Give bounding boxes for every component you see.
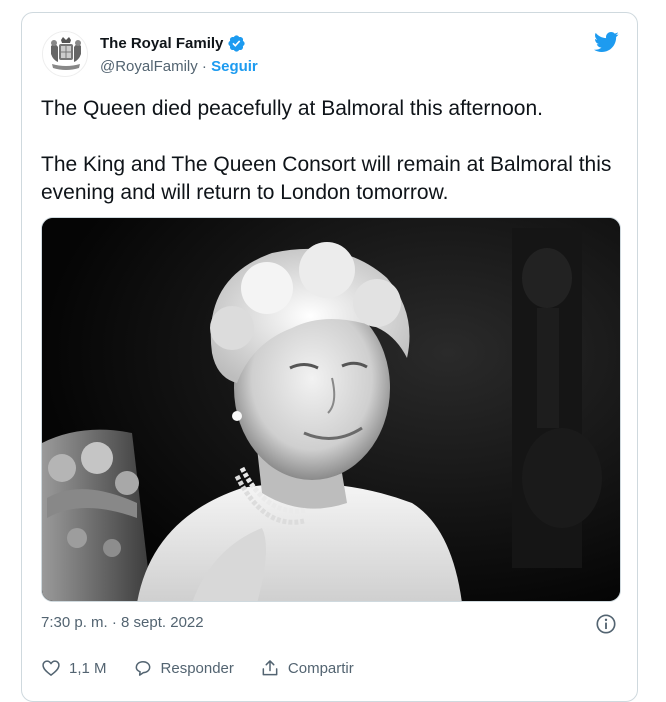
tweet-card: The Royal Family @RoyalFamily · Seguir T…	[21, 12, 638, 702]
info-icon[interactable]	[595, 613, 617, 635]
author-row: The Royal Family	[100, 34, 246, 53]
royal-coat-of-arms-icon	[43, 32, 87, 76]
tweet-paragraph: The King and The Queen Consort will rema…	[41, 153, 612, 204]
share-button[interactable]: Compartir	[260, 658, 354, 678]
tweet-timestamp[interactable]: 7:30 p. m. · 8 sept. 2022	[41, 614, 204, 631]
like-count: 1,1 M	[69, 659, 107, 677]
author-handle[interactable]: @RoyalFamily	[100, 58, 198, 75]
handle-row: @RoyalFamily · Seguir	[100, 58, 258, 75]
author-name[interactable]: The Royal Family	[100, 35, 223, 52]
tweet-text: The Queen died peacefully at Balmoral th…	[41, 95, 621, 207]
share-upload-icon	[262, 660, 278, 676]
speech-bubble-icon	[135, 661, 150, 676]
reply-label: Responder	[160, 659, 234, 677]
tweet-photo[interactable]	[41, 217, 621, 602]
separator: ·	[197, 58, 212, 75]
tweet-actions: 1,1 M Responder Compartir	[41, 658, 380, 678]
follow-button[interactable]: Seguir	[211, 58, 258, 75]
like-button[interactable]: 1,1 M	[41, 658, 107, 678]
avatar[interactable]	[42, 31, 88, 77]
heart-icon	[42, 660, 60, 676]
tweet-paragraph: The Queen died peacefully at Balmoral th…	[41, 97, 543, 120]
twitter-bird-icon[interactable]	[593, 29, 619, 55]
share-label: Compartir	[287, 659, 354, 677]
verified-badge-icon	[228, 35, 245, 52]
reply-button[interactable]: Responder	[133, 658, 234, 678]
portrait-photo-image	[42, 218, 620, 601]
